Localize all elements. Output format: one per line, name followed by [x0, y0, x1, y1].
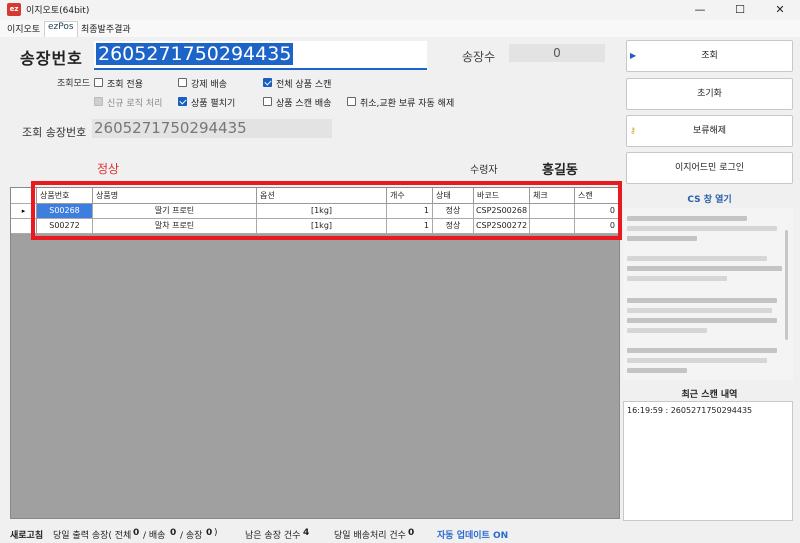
invoice-count-value: 0: [509, 44, 605, 62]
list-item[interactable]: 16:19:59 : 2605271750294435: [627, 406, 752, 415]
checkbox-box[interactable]: [347, 97, 356, 106]
processed-count: 0: [408, 528, 415, 538]
checkbox-box[interactable]: [178, 78, 187, 87]
checkbox-label: 강제 배송: [191, 80, 227, 90]
title-bar: ez 이지오토(64bit) — ☐ ✕: [0, 0, 800, 20]
key-icon: ⚷: [630, 126, 636, 135]
maximize-button[interactable]: ☐: [720, 0, 760, 20]
recipient-name: 홍길동: [542, 163, 578, 178]
checkbox-label: 전체 상품 스캔: [276, 80, 332, 90]
cs-window-link[interactable]: CS 창 열기: [626, 192, 793, 205]
invoice-label: 송장번호: [20, 49, 83, 68]
ezadmin-login-button-label: 이지어드민 로그인: [674, 163, 745, 173]
checkbox-label: 신규 로직 처리: [107, 99, 163, 109]
invoice-input[interactable]: 2605271750294435: [94, 41, 427, 70]
checkbox-box-checked[interactable]: [263, 78, 272, 87]
query-invoice-value: 2605271750294435: [92, 119, 332, 138]
recent-scan-title: 최근 스캔 내역: [681, 390, 738, 400]
cs-panel: [623, 208, 793, 380]
today-total-count: 0: [133, 528, 140, 538]
status-text: 정상: [97, 162, 120, 176]
today-ship-label: / 배송: [143, 531, 166, 541]
search-button-label: 조회: [701, 51, 718, 61]
remaining-label: 남은 송장 건수: [245, 531, 301, 541]
recipient-label: 수령자: [470, 165, 498, 176]
checkbox-label: 상품 스캔 배송: [276, 99, 332, 109]
processed-label: 당일 배송처리 건수: [334, 531, 406, 541]
invoice-count-label: 송장수: [462, 50, 496, 64]
menu-item-ezauto[interactable]: 이지오토: [4, 22, 43, 35]
checkbox-box[interactable]: [94, 78, 103, 87]
query-invoice-label: 조회 송장번호: [22, 126, 87, 139]
menu-item-final-order[interactable]: 최종발주결과: [78, 22, 134, 35]
status-bar: 새로고침 당일 출력 송장( 전체 0 / 배송 0 / 송장 0 ) 남은 송…: [0, 523, 800, 543]
close-paren: ): [214, 528, 218, 538]
reset-button-label: 초기화: [697, 89, 722, 99]
today-print-label: 당일 출력 송장( 전체: [53, 531, 132, 541]
close-button[interactable]: ✕: [760, 0, 800, 20]
checkbox-box-disabled: [94, 97, 103, 106]
checkbox-label: 취소,교환 보류 자동 해제: [360, 99, 455, 109]
checkbox-label: 조회 전용: [107, 80, 143, 90]
today-ship-count: 0: [170, 528, 177, 538]
refresh-link[interactable]: 새로고침: [10, 528, 43, 541]
annotation-highlight-box: [31, 181, 622, 240]
search-button[interactable]: ▶ 조회: [626, 40, 793, 72]
menu-item-ezpos[interactable]: ezPos: [44, 21, 78, 37]
reset-button[interactable]: 초기화: [626, 78, 793, 110]
ezadmin-login-button[interactable]: 이지어드민 로그인: [626, 152, 793, 184]
remaining-count: 4: [303, 528, 310, 538]
recent-scan-list[interactable]: 16:19:59 : 2605271750294435: [623, 401, 793, 521]
query-mode-label: 조회모드: [57, 79, 91, 89]
checkbox-box[interactable]: [263, 97, 272, 106]
today-invoice-label: / 송장: [180, 531, 203, 541]
menu-bar: 이지오토 ezPos 최종발주결과: [0, 20, 800, 37]
app-logo-icon: ez: [7, 3, 21, 16]
window-title: 이지오토(64bit): [26, 6, 90, 16]
release-hold-button-label: 보류해제: [692, 126, 727, 136]
auto-update-status[interactable]: 자동 업데이트 ON: [437, 528, 508, 541]
minimize-button[interactable]: —: [680, 0, 720, 20]
cs-panel-scrollbar[interactable]: [785, 230, 788, 340]
today-invoice-count: 0: [206, 528, 213, 538]
checkbox-box-checked[interactable]: [178, 97, 187, 106]
checkbox-label: 상품 펼치기: [191, 99, 236, 109]
play-arrow-icon: ▶: [630, 51, 637, 60]
invoice-input-value: 2605271750294435: [96, 43, 294, 65]
release-hold-button[interactable]: ⚷ 보류해제: [626, 115, 793, 147]
